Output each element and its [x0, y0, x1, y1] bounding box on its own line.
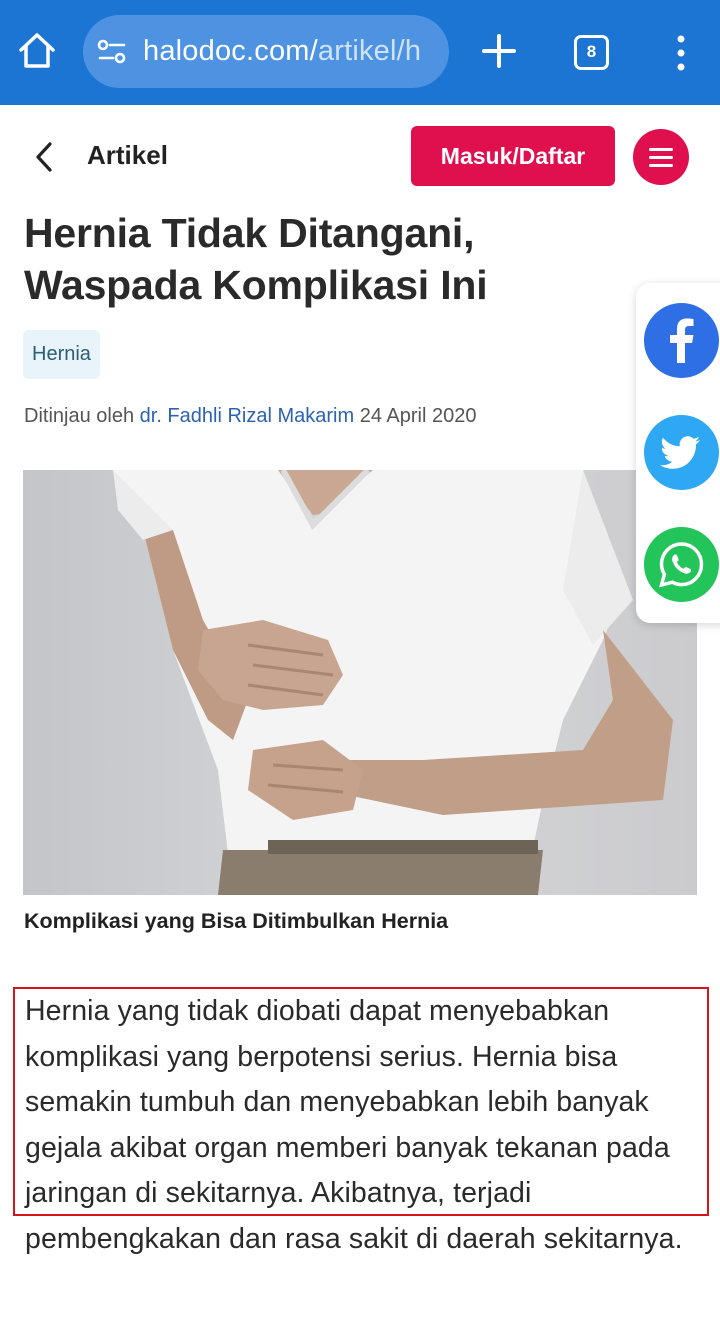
- whatsapp-icon[interactable]: [644, 527, 719, 602]
- browser-toolbar: halodoc.com/artikel/h 8: [0, 0, 720, 105]
- url-text[interactable]: halodoc.com/artikel/h: [143, 35, 421, 68]
- url-domain: halodoc.com/: [143, 35, 318, 67]
- more-options-icon[interactable]: [671, 34, 691, 72]
- reviewed-by-label: Ditinjau oleh: [24, 405, 135, 427]
- address-bar[interactable]: halodoc.com/artikel/h: [83, 15, 449, 88]
- article-paragraph: Hernia yang tidak diobati dapat menyebab…: [25, 995, 683, 1255]
- url-path: artikel/h: [317, 35, 422, 67]
- image-caption: Komplikasi yang Bisa Ditimbulkan Hernia: [24, 909, 449, 933]
- publish-date: 24 April 2020: [359, 405, 477, 427]
- page-section-title: Artikel: [87, 140, 168, 170]
- topic-tag[interactable]: Hernia: [23, 330, 100, 379]
- hamburger-menu-icon[interactable]: [633, 129, 689, 185]
- article-byline: Ditinjau oleh dr. Fadhli Rizal Makarim 2…: [24, 405, 476, 428]
- tab-switcher-button[interactable]: 8: [574, 35, 609, 70]
- article-hero-image: [23, 470, 697, 895]
- home-icon[interactable]: [16, 30, 58, 72]
- twitter-icon[interactable]: [644, 415, 719, 490]
- reviewer-link[interactable]: dr. Fadhli Rizal Makarim: [140, 405, 355, 427]
- new-tab-icon[interactable]: [479, 31, 519, 71]
- share-panel: [636, 283, 720, 623]
- facebook-icon[interactable]: [644, 303, 719, 378]
- site-settings-icon[interactable]: [97, 39, 127, 65]
- article-title: Hernia Tidak Ditangani, Waspada Komplika…: [24, 210, 488, 308]
- back-arrow-icon[interactable]: [30, 140, 60, 174]
- login-register-button[interactable]: Masuk/Daftar: [411, 126, 615, 186]
